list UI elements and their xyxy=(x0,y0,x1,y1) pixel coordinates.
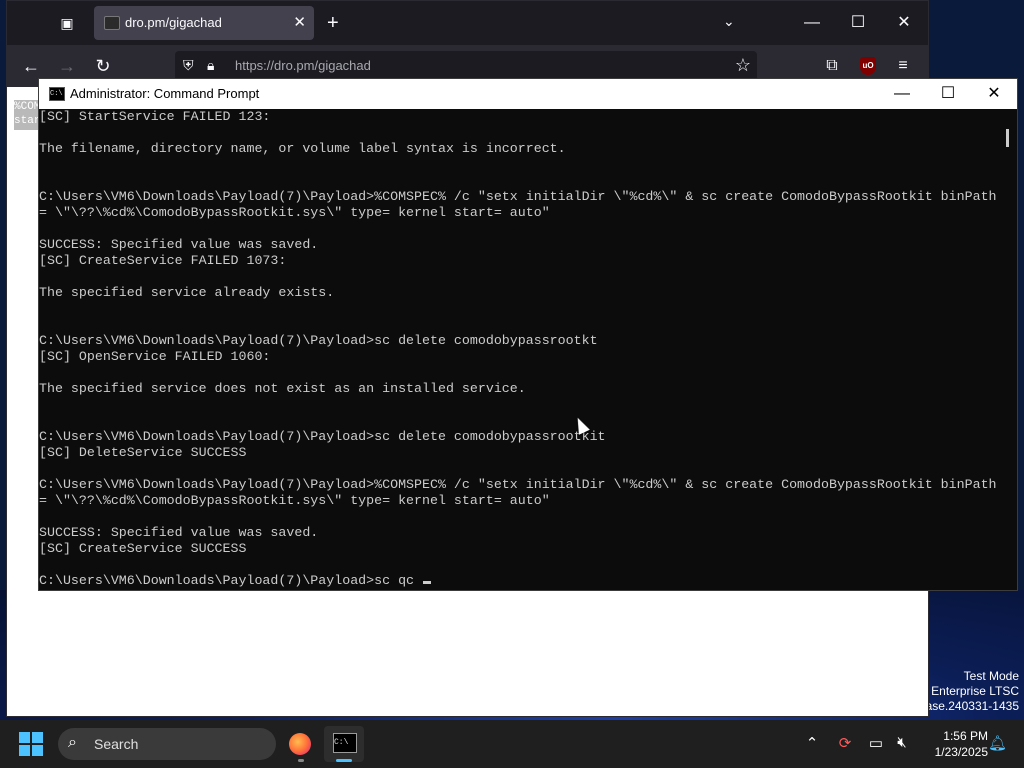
active-indicator xyxy=(336,759,352,762)
command-prompt-window: C:\ Administrator: Command Prompt — ☐ ✕ … xyxy=(38,78,1018,591)
console-line: The specified service does not exist as … xyxy=(39,381,526,396)
url-bar[interactable]: ⛨ 🔒︎ https://dro.pm/gigachad ☆ xyxy=(175,51,757,81)
search-icon: ⌕ xyxy=(68,734,77,751)
back-icon[interactable]: ← xyxy=(17,53,45,79)
clock-date: 1/23/2025 xyxy=(934,745,988,759)
extensions-icon[interactable]: ⧉ xyxy=(819,54,845,78)
lock-icon[interactable]: 🔒︎ xyxy=(207,57,214,74)
console-line: C:\Users\VM6\Downloads\Payload(7)\Payloa… xyxy=(39,429,606,444)
clock-time: 1:56 PM xyxy=(943,729,988,743)
console-line: [SC] StartService FAILED 123: xyxy=(39,109,271,124)
search-label: Search xyxy=(94,736,139,752)
new-tab-button[interactable]: + xyxy=(327,11,339,35)
console-line: = \"\??\%cd%\ComodoBypassRootkit.sys\" t… xyxy=(39,205,550,220)
forward-icon[interactable]: → xyxy=(53,53,81,79)
terminal-icon: C:\ xyxy=(333,733,357,753)
console-line: C:\Users\VM6\Downloads\Payload(7)\Payloa… xyxy=(39,477,997,492)
console-line: [SC] CreateService SUCCESS xyxy=(39,541,247,556)
start-button[interactable] xyxy=(19,732,43,756)
watermark-line-3: ease.240331-1435 xyxy=(918,699,1019,713)
watermark-line-2: T Enterprise LTSC xyxy=(920,684,1019,698)
network-icon[interactable]: ▭ xyxy=(866,734,886,752)
system-clock[interactable]: 1:56 PM 1/23/2025 xyxy=(920,728,988,760)
show-hidden-icons-chevron-icon[interactable]: ⌃ xyxy=(802,734,822,752)
cmd-maximize-button[interactable]: ☐ xyxy=(925,80,971,108)
close-button[interactable]: ✕ xyxy=(889,9,919,37)
cmd-title-bar[interactable]: C:\ Administrator: Command Prompt — ☐ ✕ xyxy=(39,79,1017,109)
shield-icon[interactable]: ⛨ xyxy=(183,57,194,74)
ublock-origin-icon[interactable]: uO xyxy=(860,57,876,75)
windows-logo-icon xyxy=(19,732,30,743)
console-line: C:\Users\VM6\Downloads\Payload(7)\Payloa… xyxy=(39,189,997,204)
favicon-icon xyxy=(104,16,120,30)
notification-bell-icon[interactable]: 🔔︎ xyxy=(988,734,1007,752)
list-all-tabs-icon[interactable]: ⌄ xyxy=(723,13,735,30)
console-output[interactable]: [SC] StartService FAILED 123: The filenam… xyxy=(39,109,999,590)
console-line: SUCCESS: Specified value was saved. xyxy=(39,237,319,252)
taskbar: ⌕ Search C:\ ⌃ ⟳ ▭ 🔇︎ 1:56 PM 1/23/2025 … xyxy=(0,720,1024,768)
menu-icon[interactable]: ≡ xyxy=(890,54,916,78)
volume-muted-icon[interactable]: 🔇︎ xyxy=(892,734,912,751)
bookmark-star-icon[interactable]: ☆ xyxy=(735,55,751,76)
minimize-button[interactable]: — xyxy=(797,9,827,37)
taskbar-command-prompt[interactable]: C:\ xyxy=(324,726,364,762)
sync-icon[interactable]: ⟳ xyxy=(835,734,855,752)
console-line: SUCCESS: Specified value was saved. xyxy=(39,525,319,540)
scrollbar-thumb[interactable] xyxy=(1006,129,1009,147)
cmd-close-button[interactable]: ✕ xyxy=(971,80,1017,108)
text-cursor xyxy=(423,581,432,584)
tab-close-icon[interactable]: ✕ xyxy=(293,13,306,31)
console-line: The filename, directory name, or volume … xyxy=(39,141,566,156)
tab-bar: ▣ dro.pm/gigachad ✕ + ⌄ — ☐ ✕ xyxy=(7,1,928,45)
console-line: [SC] OpenService FAILED 1060: xyxy=(39,349,271,364)
console-line: [SC] CreateService FAILED 1073: xyxy=(39,253,287,268)
console-line: C:\Users\VM6\Downloads\Payload(7)\Payloa… xyxy=(39,333,598,348)
taskbar-search-box[interactable]: ⌕ Search xyxy=(58,728,276,760)
console-prompt-line[interactable]: C:\Users\VM6\Downloads\Payload(7)\Payloa… xyxy=(39,573,999,589)
tab-title: dro.pm/gigachad xyxy=(125,15,222,30)
console-line: [SC] DeleteService SUCCESS xyxy=(39,445,247,460)
taskbar-firefox[interactable] xyxy=(281,726,321,762)
tab-list-icon[interactable]: ▣ xyxy=(55,11,79,35)
reload-icon[interactable]: ↻ xyxy=(89,53,117,79)
cmd-scrollbar[interactable] xyxy=(999,109,1017,590)
firefox-icon xyxy=(289,733,311,755)
test-mode-watermark: Test Mode T Enterprise LTSC ease.240331-… xyxy=(919,669,1019,714)
tab-active[interactable]: dro.pm/gigachad ✕ xyxy=(94,6,314,40)
maximize-button[interactable]: ☐ xyxy=(843,9,873,37)
selected-text: %COM star xyxy=(14,100,38,130)
watermark-line-1: Test Mode xyxy=(963,669,1019,683)
url-text[interactable]: https://dro.pm/gigachad xyxy=(235,58,371,73)
cmd-minimize-button[interactable]: — xyxy=(879,80,925,108)
cmd-window-title: Administrator: Command Prompt xyxy=(70,86,260,101)
running-indicator xyxy=(298,759,304,762)
console-line: = \"\??\%cd%\ComodoBypassRootkit.sys\" t… xyxy=(39,493,550,508)
command-prompt-icon: C:\ xyxy=(49,87,65,101)
prompt-text: C:\Users\VM6\Downloads\Payload(7)\Payloa… xyxy=(39,573,423,588)
console-line: The specified service already exists. xyxy=(39,285,335,300)
